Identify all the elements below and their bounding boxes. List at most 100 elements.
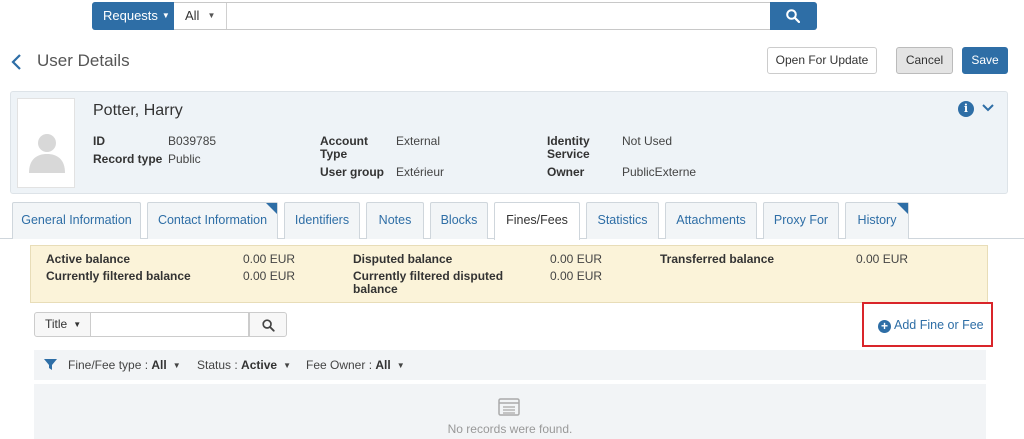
caret-down-icon: ▼ xyxy=(207,11,216,20)
account-type-label-line1: Account xyxy=(320,134,368,148)
caret-down-icon: ▼ xyxy=(283,361,291,370)
plus-circle-icon: + xyxy=(878,320,891,333)
empty-list-icon xyxy=(498,398,520,416)
transferred-balance-value: 0.00 EUR xyxy=(856,252,909,266)
status-filter-label: Status : xyxy=(197,358,238,372)
search-button[interactable] xyxy=(770,2,817,30)
search-field-select[interactable]: Title ▼ xyxy=(34,312,91,337)
add-fine-or-fee-link[interactable]: + Add Fine or Fee xyxy=(878,318,984,333)
caret-down-icon: ▼ xyxy=(396,361,405,370)
fee-type-filter-value: All xyxy=(151,358,167,372)
tab-statistics[interactable]: Statistics xyxy=(586,202,659,239)
tab-bar: General Information Contact Information … xyxy=(0,200,1024,240)
user-silhouette-icon xyxy=(29,134,65,173)
tab-history[interactable]: History xyxy=(845,202,909,239)
tab-attachments[interactable]: Attachments xyxy=(665,202,757,239)
user-group-value: Extérieur xyxy=(396,165,445,179)
caret-down-icon: ▼ xyxy=(161,11,170,20)
tab-label: History xyxy=(857,213,897,227)
tab-fines-fees[interactable]: Fines/Fees xyxy=(494,202,580,240)
page-title: User Details xyxy=(37,51,130,70)
tab-label: Contact Information xyxy=(157,213,268,227)
tab-label: Attachments xyxy=(676,213,746,227)
empty-message: No records were found. xyxy=(447,422,573,436)
owner-label: Owner xyxy=(547,165,585,179)
id-label: ID xyxy=(93,134,105,148)
fee-type-filter[interactable]: Fine/Fee type : All ▼ xyxy=(68,358,181,372)
record-type-value: Public xyxy=(168,152,201,166)
cancel-button[interactable]: Cancel xyxy=(896,47,953,74)
record-type-label: Record type xyxy=(93,152,163,166)
list-search-input[interactable] xyxy=(91,312,249,337)
top-search-bar: Requests ▼ All ▼ xyxy=(0,0,1024,38)
tab-general-information[interactable]: General Information xyxy=(12,202,141,239)
user-summary-card: Potter, Harry ID B039785 Record type Pub… xyxy=(10,91,1008,194)
status-filter-value: Active xyxy=(241,358,278,372)
disputed-balance-value: 0.00 EUR xyxy=(550,252,603,266)
filter-funnel-icon xyxy=(44,359,57,370)
account-type-label: Account Type xyxy=(320,135,368,161)
tab-label: Statistics xyxy=(597,213,648,227)
tab-label: Proxy For xyxy=(773,213,829,227)
search-icon xyxy=(786,9,800,23)
account-type-value: External xyxy=(396,134,441,148)
tab-label: Identifiers xyxy=(294,213,350,227)
tab-label: General Information xyxy=(21,213,132,227)
identity-service-label-line2: Service xyxy=(547,147,590,161)
identity-service-value: Not Used xyxy=(622,134,673,148)
search-filter-select[interactable]: All ▼ xyxy=(175,3,227,29)
active-balance-value: 0.00 EUR xyxy=(243,252,296,266)
search-field-value: Title xyxy=(45,317,68,331)
filtered-disputed-balance-label: Currently filtered disputed balance xyxy=(353,270,503,296)
identity-service-label-line1: Identity xyxy=(547,134,590,148)
user-name: Potter, Harry xyxy=(93,102,183,119)
account-type-label-line2: Type xyxy=(320,147,348,161)
identity-service-label: Identity Service xyxy=(547,135,590,161)
page-header: User Details Open For Update Cancel Save xyxy=(0,38,1024,88)
filter-bar: Fine/Fee type : All ▼ Status : Active ▼ Fe… xyxy=(34,350,986,380)
open-for-update-button[interactable]: Open For Update xyxy=(767,47,877,74)
add-fine-highlight: + Add Fine or Fee xyxy=(862,302,993,347)
fee-type-filter-label: Fine/Fee type : xyxy=(68,358,149,372)
balance-summary: Active balance 0.00 EUR Currently filter… xyxy=(30,245,988,303)
filtered-disputed-balance-value: 0.00 EUR xyxy=(550,269,603,283)
fee-owner-filter-value: All xyxy=(375,358,391,372)
tab-blocks[interactable]: Blocks xyxy=(430,202,488,239)
add-fine-label: Add Fine or Fee xyxy=(894,318,984,332)
results-area: No records were found. xyxy=(34,384,986,439)
tab-label: Notes xyxy=(378,213,412,227)
tab-label: Blocks xyxy=(440,213,478,227)
avatar xyxy=(17,98,75,188)
info-icon[interactable]: i xyxy=(958,101,974,117)
chevron-down-icon[interactable] xyxy=(981,102,995,114)
fee-owner-filter-label: Fee Owner : xyxy=(306,358,373,372)
active-balance-label: Active balance xyxy=(46,252,131,266)
caret-down-icon: ▼ xyxy=(73,320,82,329)
save-button[interactable]: Save xyxy=(962,47,1008,74)
disputed-balance-label: Disputed balance xyxy=(353,252,453,266)
status-filter[interactable]: Status : Active ▼ xyxy=(197,358,291,372)
list-search-button[interactable] xyxy=(249,312,287,337)
user-group-label: User group xyxy=(320,165,385,179)
tab-proxy-for[interactable]: Proxy For xyxy=(763,202,839,239)
back-chevron-icon[interactable] xyxy=(10,52,24,72)
owner-value: PublicExterne xyxy=(622,165,697,179)
filtered-disputed-label-line2: balance xyxy=(353,282,398,296)
tab-marker-icon xyxy=(897,203,908,214)
id-value: B039785 xyxy=(168,134,217,148)
search-icon xyxy=(262,319,275,332)
filtered-balance-label: Currently filtered balance xyxy=(46,269,191,283)
search-scope-button[interactable]: Requests ▼ xyxy=(92,2,174,30)
tab-label: Fines/Fees xyxy=(506,213,568,227)
caret-down-icon: ▼ xyxy=(172,361,181,370)
search-scope-label: Requests xyxy=(103,8,158,23)
transferred-balance-label: Transferred balance xyxy=(660,252,775,266)
fee-owner-filter[interactable]: Fee Owner : All ▼ xyxy=(306,358,405,372)
search-box: Requests ▼ All ▼ xyxy=(92,2,817,30)
filtered-disputed-label-line1: Currently filtered disputed xyxy=(353,269,504,283)
tab-marker-icon xyxy=(266,203,277,214)
tab-notes[interactable]: Notes xyxy=(366,202,424,239)
filtered-balance-value: 0.00 EUR xyxy=(243,269,296,283)
tab-contact-information[interactable]: Contact Information xyxy=(147,202,278,239)
tab-identifiers[interactable]: Identifiers xyxy=(284,202,360,239)
